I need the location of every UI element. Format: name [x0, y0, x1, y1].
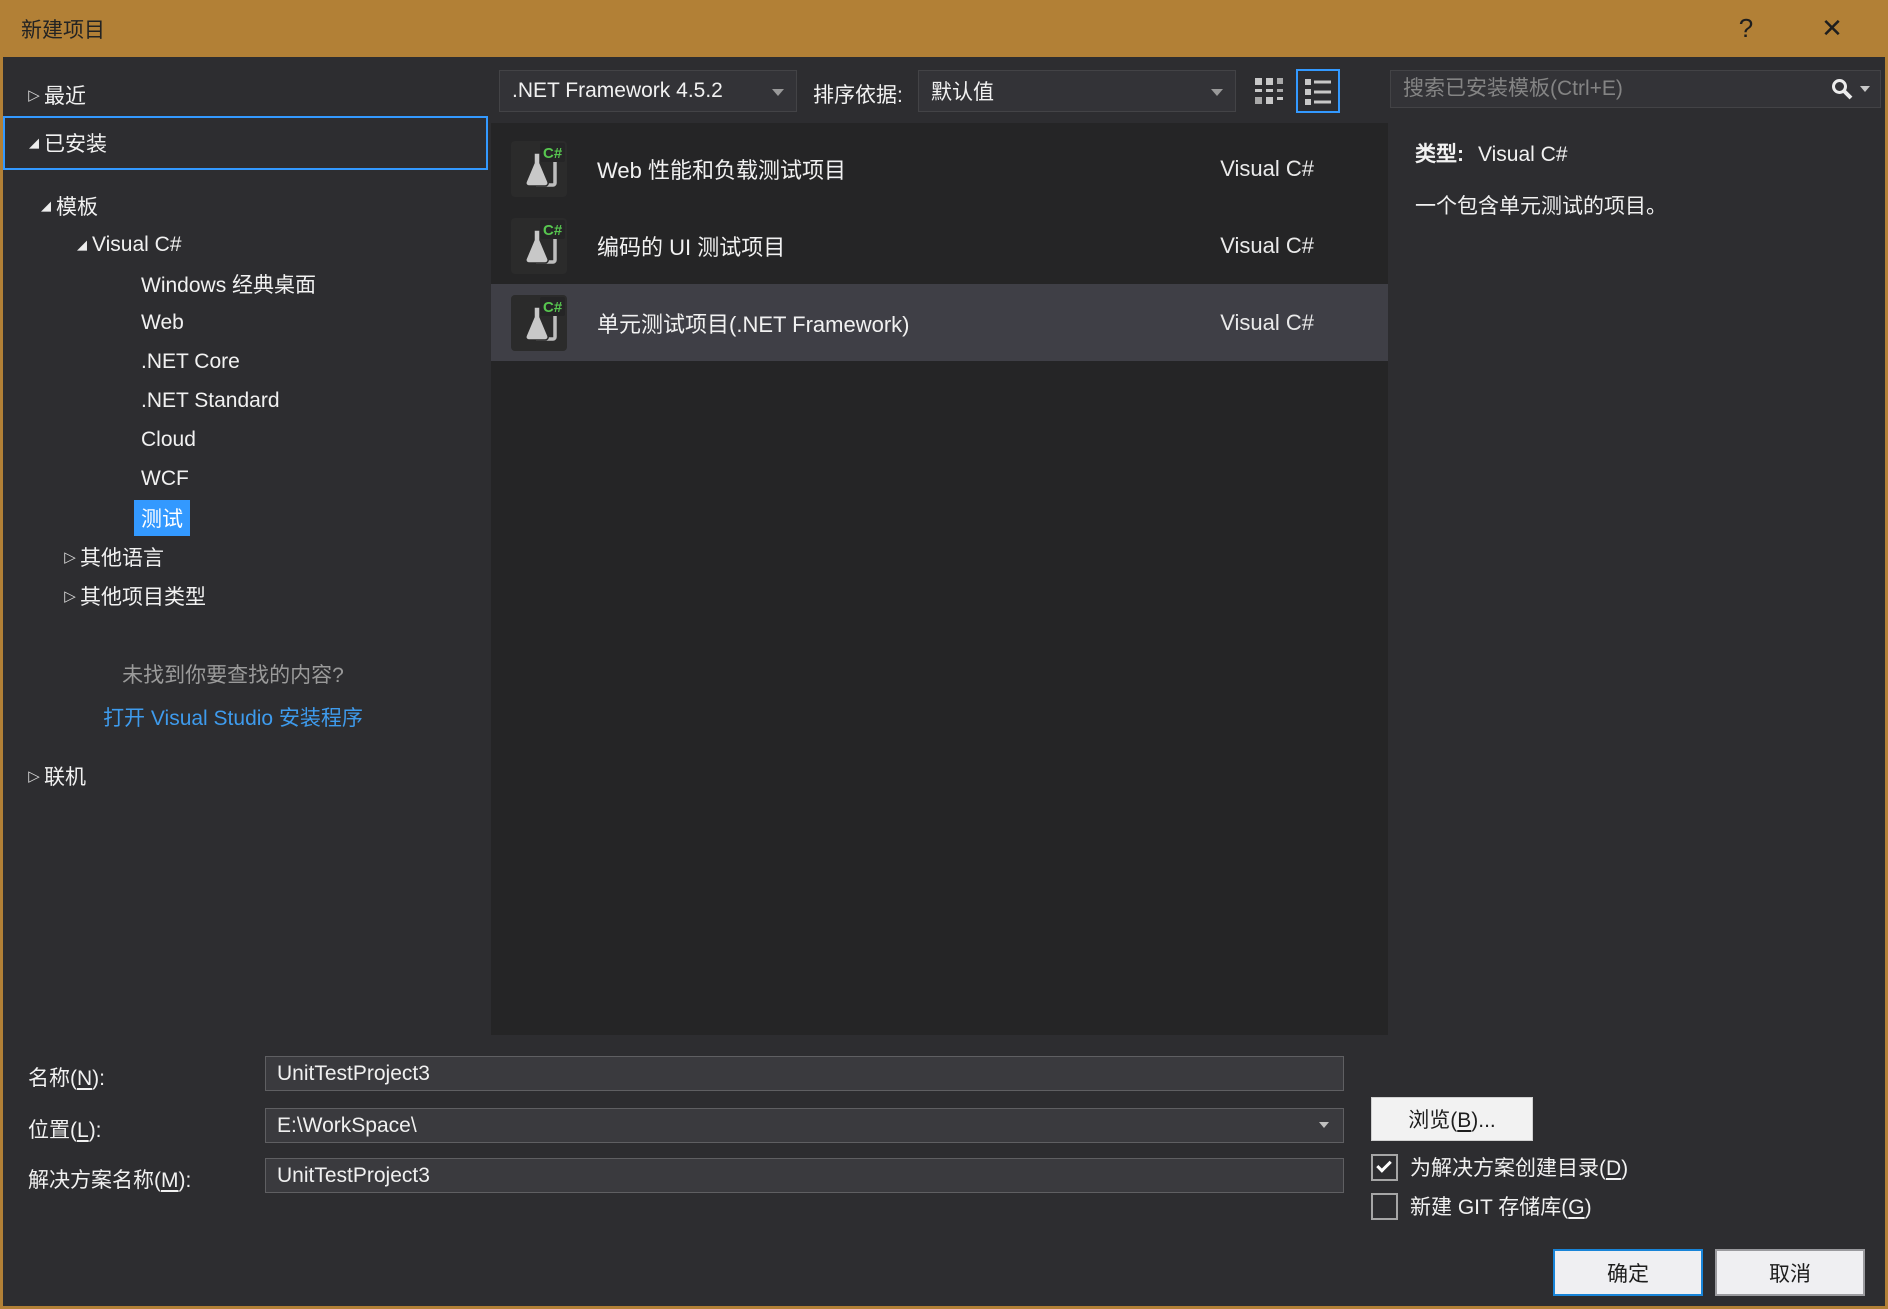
chevron-expanded-icon: ◢	[36, 198, 56, 214]
chevron-collapsed-icon: ▷	[24, 86, 44, 104]
search-box	[1390, 70, 1881, 108]
ok-button[interactable]: 确定	[1553, 1249, 1703, 1296]
sidebar-item-label: 其他语言	[80, 542, 164, 572]
sidebar-item-label: 已安装	[44, 128, 107, 158]
location-combo-input[interactable]	[265, 1108, 1344, 1143]
sidebar-item-online[interactable]: ▷ 联机	[3, 756, 488, 795]
sidebar-item-label: WCF	[134, 464, 196, 494]
create-solution-dir-checkbox[interactable]: 为解决方案创建目录(D)	[1371, 1152, 1628, 1182]
chevron-collapsed-icon: ▷	[60, 587, 80, 605]
framework-dropdown-value: .NET Framework 4.5.2	[512, 79, 723, 103]
sidebar-item-label: .NET Standard	[134, 386, 287, 416]
chevron-down-icon	[1211, 89, 1223, 96]
sidebar-item-wcf[interactable]: WCF	[3, 459, 488, 498]
list-view-toggle-selected[interactable]	[1296, 69, 1340, 113]
template-language: Visual C#	[1220, 156, 1314, 182]
new-project-dialog: 新建项目 ? ✕ ▷ 最近 ◢ 已安装 ◢ 模板 ◢ Visual C# Win…	[0, 0, 1888, 1309]
test-project-csharp-icon: C#	[511, 141, 567, 197]
new-git-repo-checkbox[interactable]: 新建 GIT 存储库(G)	[1371, 1191, 1592, 1221]
sidebar-item-label: 模板	[56, 191, 98, 221]
type-label: 类型:	[1415, 143, 1464, 166]
template-row-unit-test-selected[interactable]: C# 单元测试项目(.NET Framework) Visual C#	[491, 284, 1388, 361]
sidebar-item-installed[interactable]: ◢ 已安装	[3, 116, 488, 170]
sidebar-item-label: Visual C#	[92, 233, 182, 257]
sidebar-item-label: 最近	[44, 80, 86, 110]
location-label: 位置(L):	[28, 1114, 102, 1144]
search-input[interactable]	[1391, 77, 1830, 101]
solution-name-input[interactable]	[265, 1158, 1344, 1193]
chevron-collapsed-icon: ▷	[60, 548, 80, 566]
test-project-csharp-icon: C#	[511, 218, 567, 274]
sidebar-item-visual-csharp[interactable]: ◢ Visual C#	[3, 225, 488, 264]
sidebar-item-label: 其他项目类型	[80, 581, 206, 611]
sidebar-item-label: .NET Core	[134, 347, 247, 377]
open-installer-link[interactable]: 打开 Visual Studio 安装程序	[3, 702, 463, 732]
template-name: 编码的 UI 测试项目	[597, 230, 1220, 262]
sidebar-item-other-languages[interactable]: ▷ 其他语言	[3, 537, 488, 576]
sort-dropdown-value: 默认值	[931, 76, 994, 106]
dialog-title: 新建项目	[21, 14, 105, 44]
sidebar-item-label: Web	[134, 308, 191, 338]
cancel-button[interactable]: 取消	[1715, 1249, 1865, 1296]
svg-text:C#: C#	[543, 145, 563, 162]
sidebar-item-web[interactable]: Web	[3, 303, 488, 342]
chevron-collapsed-icon: ▷	[24, 767, 44, 785]
help-button[interactable]: ?	[1718, 0, 1774, 57]
sidebar-item-net-core[interactable]: .NET Core	[3, 342, 488, 381]
checkbox-checked-icon[interactable]	[1371, 1154, 1398, 1181]
sidebar-item-recent[interactable]: ▷ 最近	[3, 75, 488, 114]
template-list: C# Web 性能和负载测试项目 Visual C# C# 编码的 UI 测试项…	[491, 123, 1388, 1035]
sidebar-item-test-selected[interactable]: 测试	[3, 498, 488, 537]
template-language: Visual C#	[1220, 310, 1314, 336]
browse-button[interactable]: 浏览(B)...	[1371, 1097, 1533, 1141]
chevron-expanded-icon: ◢	[72, 237, 92, 253]
sidebar-item-label: 联机	[44, 761, 86, 791]
template-row-web-load-test[interactable]: C# Web 性能和负载测试项目 Visual C#	[491, 130, 1388, 207]
sidebar-item-net-standard[interactable]: .NET Standard	[3, 381, 488, 420]
list-view-icon	[1303, 76, 1333, 106]
test-project-csharp-icon: C#	[511, 295, 567, 351]
template-details-panel: 类型: Visual C# 一个包含单元测试的项目。	[1415, 138, 1865, 220]
svg-text:C#: C#	[543, 299, 563, 316]
checkbox-unchecked-icon[interactable]	[1371, 1193, 1398, 1220]
not-found-hint: 未找到你要查找的内容?	[3, 659, 463, 689]
svg-text:C#: C#	[543, 222, 563, 239]
sidebar-item-templates[interactable]: ◢ 模板	[3, 186, 488, 225]
template-language: Visual C#	[1220, 233, 1314, 259]
sidebar-item-other-project-types[interactable]: ▷ 其他项目类型	[3, 576, 488, 615]
chevron-down-icon	[772, 89, 784, 96]
sidebar-item-windows-classic[interactable]: Windows 经典桌面	[3, 264, 488, 303]
project-name-input[interactable]	[265, 1056, 1344, 1091]
template-name: Web 性能和负载测试项目	[597, 153, 1220, 185]
search-icon[interactable]	[1830, 77, 1854, 101]
sort-dropdown[interactable]: 默认值	[918, 70, 1236, 112]
search-options-chevron-icon[interactable]	[1860, 86, 1870, 92]
sidebar-item-label: Windows 经典桌面	[134, 266, 323, 302]
location-combo-chevron-icon[interactable]	[1319, 1122, 1329, 1128]
sidebar-item-cloud[interactable]: Cloud	[3, 420, 488, 459]
sidebar-item-label: Cloud	[134, 425, 203, 455]
close-icon[interactable]: ✕	[1804, 0, 1860, 57]
framework-dropdown[interactable]: .NET Framework 4.5.2	[499, 70, 797, 112]
template-name: 单元测试项目(.NET Framework)	[597, 307, 1220, 339]
sidebar-item-label: 测试	[134, 500, 190, 536]
type-value: Visual C#	[1478, 143, 1568, 166]
small-icons-view-icon[interactable]	[1253, 75, 1285, 107]
template-description: 一个包含单元测试的项目。	[1415, 190, 1865, 220]
name-label: 名称(N):	[28, 1062, 105, 1092]
titlebar: 新建项目 ? ✕	[0, 0, 1888, 57]
template-row-coded-ui-test[interactable]: C# 编码的 UI 测试项目 Visual C#	[491, 207, 1388, 284]
sort-by-label: 排序依据:	[813, 79, 903, 109]
chevron-expanded-icon: ◢	[24, 135, 44, 151]
solution-name-label: 解决方案名称(M):	[28, 1164, 191, 1194]
